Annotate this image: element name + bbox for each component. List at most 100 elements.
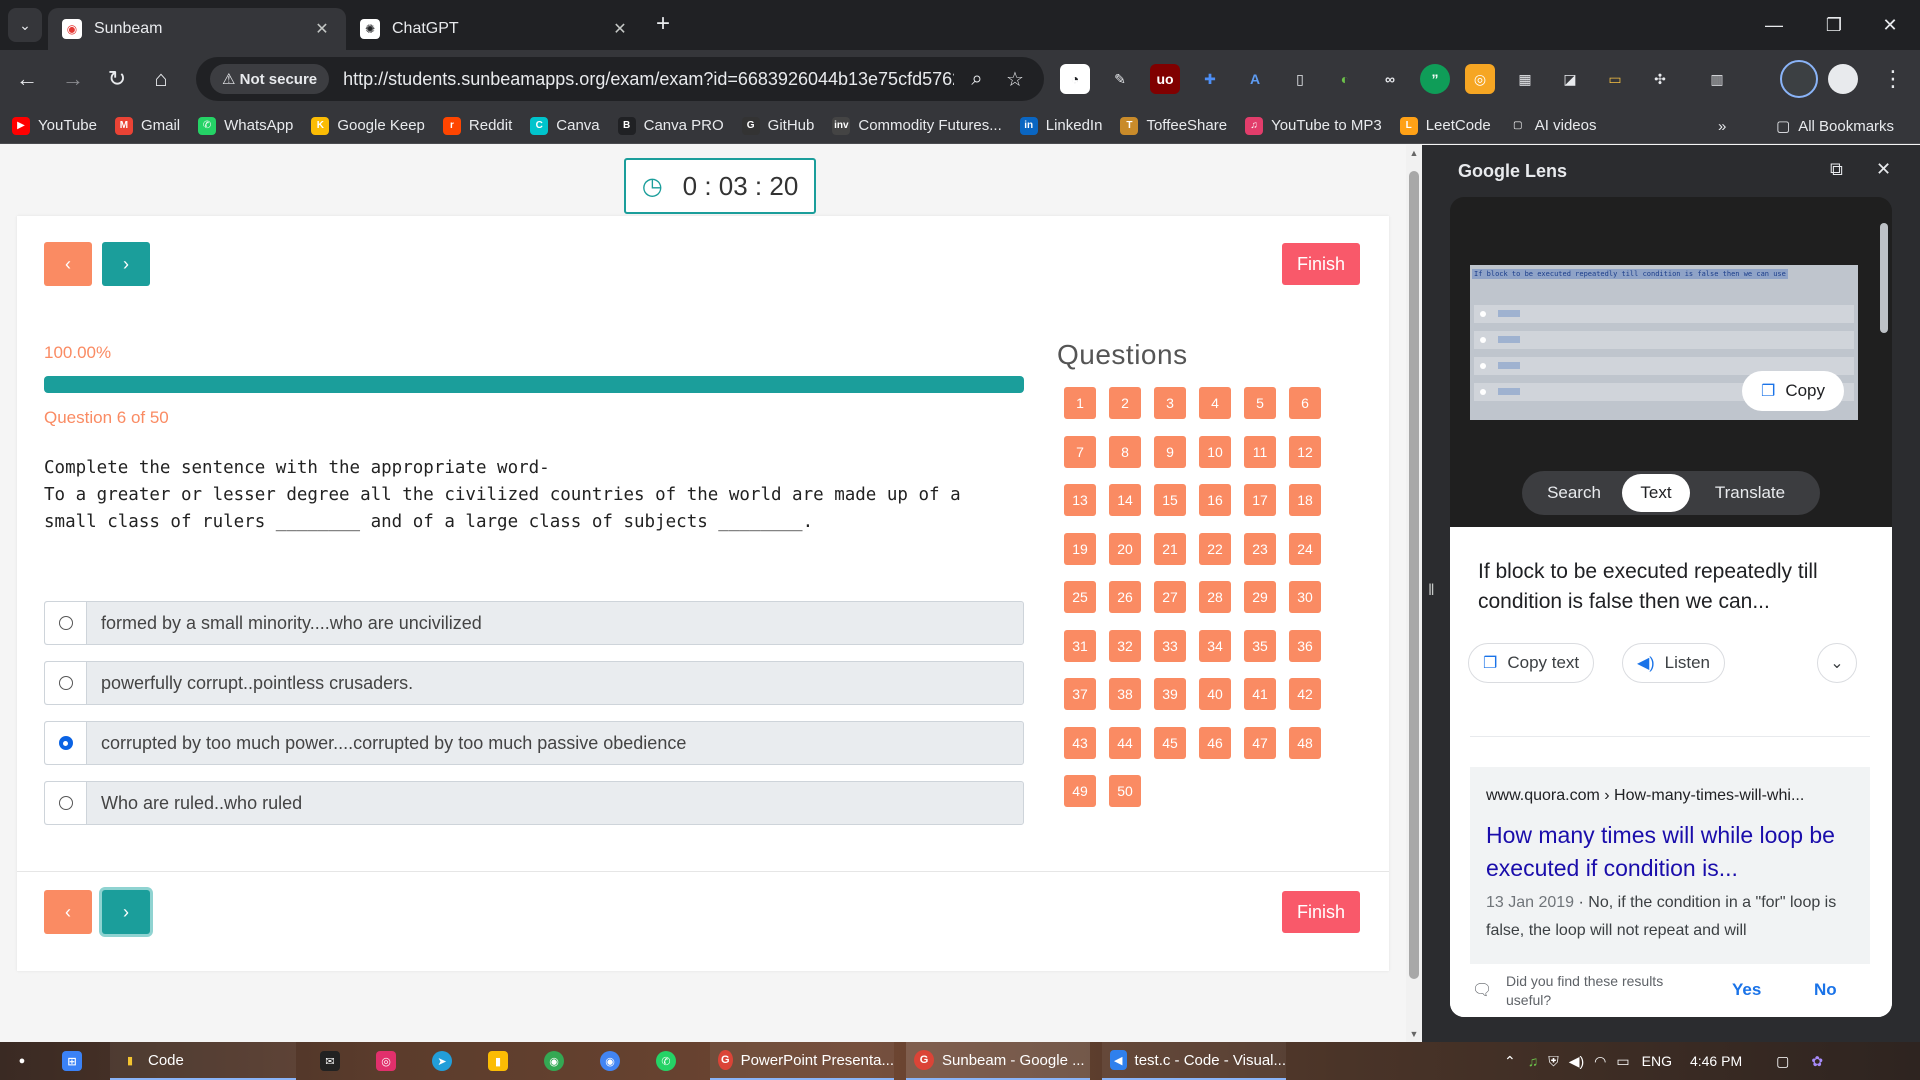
question-number-button[interactable]: 49	[1064, 775, 1096, 807]
question-number-button[interactable]: 50	[1109, 775, 1141, 807]
bookmark-reddit[interactable]: r Reddit	[442, 116, 512, 135]
bookmark-leetcode[interactable]: L LeetCode	[1399, 116, 1491, 135]
tab-chatgpt[interactable]: ✺ ChatGPT ✕	[346, 8, 644, 50]
answer-option[interactable]: Who are ruled..who ruled	[44, 781, 1024, 825]
tab-search[interactable]: Search	[1526, 474, 1622, 512]
question-number-button[interactable]: 6	[1289, 387, 1321, 419]
answer-radio[interactable]	[58, 736, 73, 750]
question-number-button[interactable]: 37	[1064, 678, 1096, 710]
question-number-button[interactable]: 11	[1244, 436, 1276, 468]
question-number-button[interactable]: 33	[1154, 630, 1186, 662]
question-number-button[interactable]: 22	[1199, 533, 1231, 565]
question-number-button[interactable]: 8	[1109, 436, 1141, 468]
reading-list-icon[interactable]: ▥	[1702, 64, 1732, 94]
prev-question-button-top[interactable]: ‹	[44, 242, 92, 286]
shield-icon[interactable]: ⛨	[1548, 1053, 1559, 1070]
question-number-button[interactable]: 10	[1199, 436, 1231, 468]
answer-option[interactable]: powerfully corrupt..pointless crusaders.	[44, 661, 1024, 705]
bookmark-commodity-futures[interactable]: inv Commodity Futures...	[832, 116, 1002, 135]
radio-cell[interactable]	[45, 722, 87, 764]
question-number-button[interactable]: 31	[1064, 630, 1096, 662]
reload-icon[interactable]: ↻	[100, 62, 134, 96]
question-number-button[interactable]: 40	[1199, 678, 1231, 710]
question-number-button[interactable]: 12	[1289, 436, 1321, 468]
answer-option[interactable]: corrupted by too much power....corrupted…	[44, 721, 1024, 765]
whatsapp-icon[interactable]: ✆	[656, 1042, 684, 1080]
question-number-button[interactable]: 15	[1154, 484, 1186, 516]
question-number-button[interactable]: 9	[1154, 436, 1186, 468]
font-extension-icon[interactable]: A	[1240, 64, 1270, 94]
grid-extension-icon[interactable]: ▦	[1510, 64, 1540, 94]
close-tab-icon[interactable]: ✕	[312, 19, 332, 39]
finish-button-bottom[interactable]: Finish	[1282, 891, 1360, 933]
question-number-button[interactable]: 45	[1154, 727, 1186, 759]
notifications-icon[interactable]: ▢	[1776, 1053, 1789, 1070]
google-lens-avatar[interactable]	[1780, 60, 1818, 98]
scrollbar-thumb[interactable]	[1409, 171, 1419, 979]
question-number-button[interactable]: 16	[1199, 484, 1231, 516]
question-number-button[interactable]: 28	[1199, 581, 1231, 613]
prev-question-button-bottom[interactable]: ‹	[44, 890, 92, 934]
ublock-icon[interactable]: uo	[1150, 64, 1180, 94]
not-secure-badge[interactable]: ⚠ Not secure	[210, 64, 330, 94]
question-number-button[interactable]: 41	[1244, 678, 1276, 710]
listen-button[interactable]: ◀) Listen	[1622, 643, 1726, 683]
open-in-new-tab-icon[interactable]: ⧉	[1830, 159, 1843, 180]
question-number-button[interactable]: 25	[1064, 581, 1096, 613]
forward-icon[interactable]: →	[56, 62, 90, 96]
recognized-text[interactable]: If block to be executed repeatedly till …	[1478, 557, 1868, 617]
tab-sunbeam[interactable]: ◉ Sunbeam ✕	[48, 8, 346, 50]
next-question-button-bottom[interactable]: ›	[102, 890, 150, 934]
profile-avatar[interactable]	[1828, 64, 1858, 94]
language-indicator[interactable]: ENG	[1642, 1053, 1672, 1069]
question-number-button[interactable]: 24	[1289, 533, 1321, 565]
bookmark-ai-videos[interactable]: ▢ AI videos	[1508, 116, 1596, 135]
question-number-button[interactable]: 20	[1109, 533, 1141, 565]
panel-resize-handle[interactable]: ‖	[1428, 582, 1435, 600]
new-tab-button[interactable]: +	[650, 12, 676, 38]
panel-scrollbar[interactable]	[1878, 197, 1888, 1017]
question-number-button[interactable]: 21	[1154, 533, 1186, 565]
panel-scrollbar-thumb[interactable]	[1880, 223, 1888, 333]
tab-translate[interactable]: Translate	[1690, 474, 1810, 512]
copilot-icon[interactable]: ✿	[1811, 1053, 1823, 1070]
question-number-button[interactable]: 43	[1064, 727, 1096, 759]
bookmark-linkedin[interactable]: in LinkedIn	[1019, 116, 1102, 135]
clock-time[interactable]: 4:46 PM	[1690, 1053, 1742, 1069]
bookmark-canva-pro[interactable]: B Canva PRO	[617, 116, 724, 135]
close-window-icon[interactable]: ✕	[1862, 10, 1918, 40]
close-panel-icon[interactable]: ✕	[1876, 159, 1891, 180]
question-number-button[interactable]: 36	[1289, 630, 1321, 662]
copy-button[interactable]: ❐ Copy	[1742, 371, 1844, 411]
question-number-button[interactable]: 1	[1064, 387, 1096, 419]
question-number-button[interactable]: 47	[1244, 727, 1276, 759]
result-url[interactable]: www.quora.com › How-many-times-will-whi.…	[1486, 787, 1804, 805]
chevron-down-icon[interactable]: ⌄	[1817, 643, 1857, 683]
bookmark-github[interactable]: G GitHub	[741, 116, 814, 135]
battery-icon[interactable]: ▭	[1616, 1053, 1629, 1070]
show-hidden-icons-icon[interactable]: ⌃	[1504, 1053, 1516, 1070]
question-number-button[interactable]: 18	[1289, 484, 1321, 516]
radio-cell[interactable]	[45, 662, 87, 704]
mail-icon[interactable]: ✉	[320, 1042, 348, 1080]
bookmark-canva[interactable]: C Canva	[530, 116, 600, 135]
tab-search-button[interactable]: ⌄	[8, 8, 42, 42]
glasses-extension-icon[interactable]: ∞	[1375, 64, 1405, 94]
reader-extension-icon[interactable]: ◪	[1555, 64, 1585, 94]
page-scrollbar[interactable]: ▲ ▼	[1406, 145, 1422, 1042]
feedback-yes-button[interactable]: Yes	[1732, 980, 1761, 1000]
question-number-button[interactable]: 2	[1109, 387, 1141, 419]
bookmark-youtube-to-mp3[interactable]: ♫ YouTube to MP3	[1245, 116, 1382, 135]
start-icon[interactable]: ⊞	[62, 1042, 90, 1080]
next-question-button-top[interactable]: ›	[102, 242, 150, 286]
taskbar-vscode[interactable]: ◀ test.c - Code - Visual...	[1102, 1042, 1286, 1080]
question-number-button[interactable]: 26	[1109, 581, 1141, 613]
question-number-button[interactable]: 29	[1244, 581, 1276, 613]
tab-text[interactable]: Text	[1622, 474, 1690, 512]
question-number-button[interactable]: 27	[1154, 581, 1186, 613]
gamepad-extension-icon[interactable]: ✚	[1195, 64, 1225, 94]
chat-extension-icon[interactable]: ”	[1420, 64, 1450, 94]
close-tab-icon[interactable]: ✕	[610, 19, 630, 39]
finish-button-top[interactable]: Finish	[1282, 243, 1360, 285]
question-number-button[interactable]: 46	[1199, 727, 1231, 759]
